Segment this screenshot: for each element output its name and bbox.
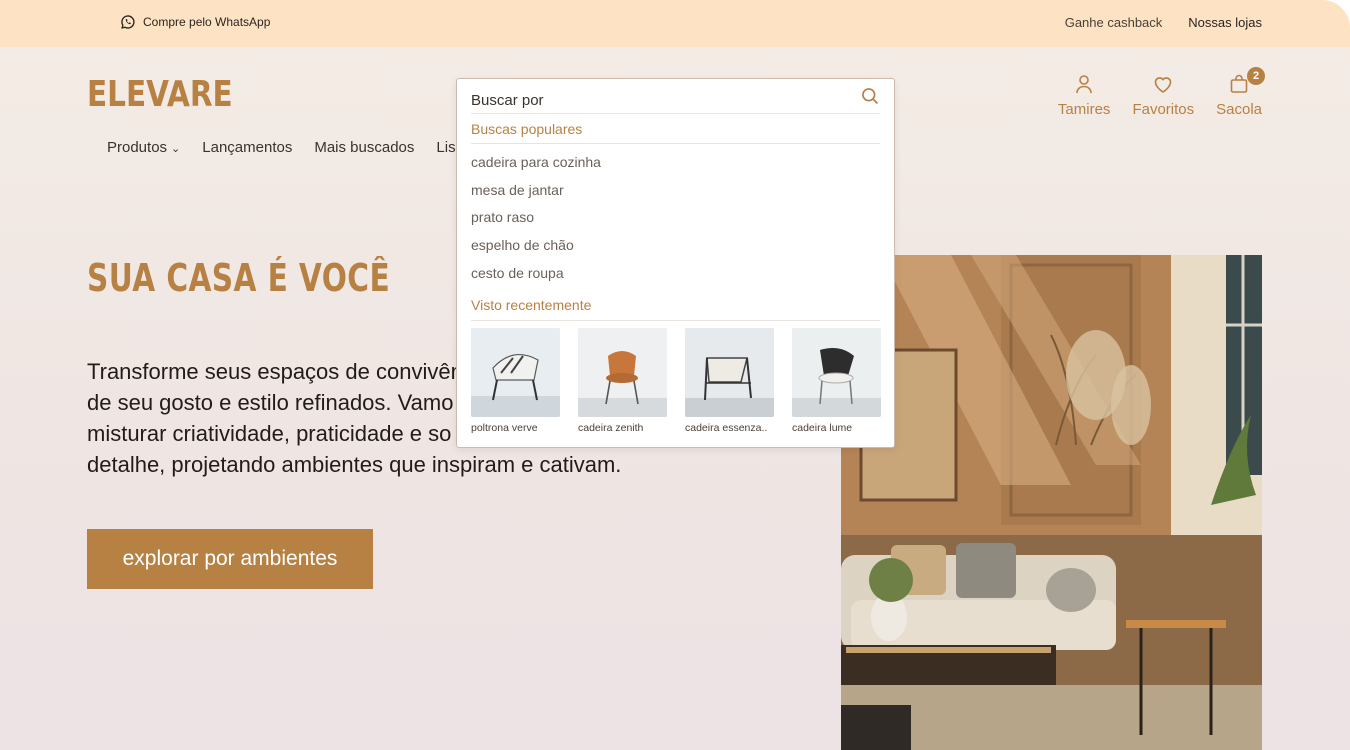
bag-label: Sacola xyxy=(1216,101,1262,118)
nav-item-products[interactable]: Produtos ⌄ xyxy=(107,139,180,156)
nav-item-launches[interactable]: Lançamentos xyxy=(202,139,292,156)
recently-viewed-list: poltrona verve cadeira zenith cadeira es… xyxy=(471,328,881,434)
logo[interactable]: ELEVARE xyxy=(87,74,233,115)
recent-product-name: poltrona verve xyxy=(471,422,538,434)
product-image xyxy=(578,328,667,417)
popular-search-item[interactable]: mesa de jantar xyxy=(471,179,601,207)
page-frame: Compre pelo WhatsApp Ganhe cashback Noss… xyxy=(0,0,1350,750)
user-icon xyxy=(1076,75,1092,94)
cashback-link[interactable]: Ganhe cashback xyxy=(1065,15,1163,30)
main-nav: Produtos ⌄ Lançamentos Mais buscados Lis xyxy=(107,139,456,156)
heart-icon xyxy=(1154,77,1172,93)
nav-item-lists[interactable]: Lis xyxy=(436,139,455,156)
nav-item-most-searched[interactable]: Mais buscados xyxy=(314,139,414,156)
recent-product-card[interactable]: cadeira lume xyxy=(792,328,881,434)
whatsapp-icon xyxy=(121,15,135,29)
recent-product-card[interactable]: cadeira essenza.. xyxy=(685,328,774,434)
product-image xyxy=(685,328,774,417)
bag-button[interactable]: 2 Sacola xyxy=(1216,67,1265,118)
product-image xyxy=(471,328,560,417)
popular-search-item[interactable]: cadeira para cozinha xyxy=(471,151,601,179)
recent-product-name: cadeira zenith xyxy=(578,422,644,434)
search-icon[interactable] xyxy=(860,86,880,106)
divider xyxy=(471,320,880,321)
hero-text-line: detalhe, projetando ambientes que inspir… xyxy=(87,452,622,477)
recently-viewed-heading: Visto recentemente xyxy=(471,297,592,313)
bag-count-badge: 2 xyxy=(1247,67,1265,85)
product-image xyxy=(792,328,881,417)
recent-product-card[interactable]: cadeira zenith xyxy=(578,328,667,434)
hero-room-image xyxy=(841,255,1262,750)
popular-search-item[interactable]: prato raso xyxy=(471,206,601,234)
recent-product-name: cadeira lume xyxy=(792,422,853,434)
favorites-button[interactable]: Favoritos xyxy=(1132,72,1194,118)
search-input[interactable] xyxy=(471,87,866,113)
popular-search-item[interactable]: cesto de roupa xyxy=(471,262,601,290)
divider xyxy=(471,143,880,144)
favorites-label: Favoritos xyxy=(1132,101,1195,118)
stores-link[interactable]: Nossas lojas xyxy=(1188,15,1262,30)
search-dropdown: Buscas populares cadeira para cozinha me… xyxy=(456,78,895,448)
nav-item-label: Produtos xyxy=(107,139,168,156)
chevron-down-icon: ⌄ xyxy=(171,143,181,155)
account-button[interactable]: Tamires xyxy=(1057,72,1111,118)
hero-title: SUA CASA É VOCÊ xyxy=(87,256,391,300)
popular-searches-list: cadeira para cozinha mesa de jantar prat… xyxy=(471,151,601,289)
account-label: Tamires xyxy=(1057,101,1111,118)
recent-product-name: cadeira essenza.. xyxy=(685,422,768,434)
whatsapp-link[interactable]: Compre pelo WhatsApp xyxy=(119,13,270,31)
popular-search-item[interactable]: espelho de chão xyxy=(471,234,601,262)
divider xyxy=(471,113,880,114)
popular-searches-heading: Buscas populares xyxy=(471,121,583,137)
top-bar: Compre pelo WhatsApp Ganhe cashback Noss… xyxy=(0,0,1350,47)
explore-rooms-button[interactable]: explorar por ambientes xyxy=(87,529,373,589)
recent-product-card[interactable]: poltrona verve xyxy=(471,328,560,434)
whatsapp-label: Compre pelo WhatsApp xyxy=(143,15,271,29)
